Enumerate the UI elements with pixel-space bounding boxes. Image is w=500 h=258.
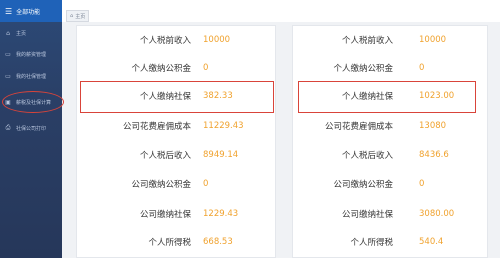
document-icon: ▭ [5,72,11,80]
sidebar-item-social-security[interactable]: ▭ 我的社保管理 [0,69,62,83]
result-row: 公司缴纳社保 3080.00 [293,206,487,222]
row-label: 公司缴纳社保 [139,210,191,220]
sidebar-item-label: 社保公司打印 [16,125,47,132]
sidebar-header[interactable]: ☰ 全部功能 [0,0,62,22]
row-label: 公司花费雇佣成本 [324,122,393,132]
right-highlight-box [298,81,476,113]
row-value: 0 [203,179,209,189]
document-icon: ▭ [5,50,11,58]
result-row: 公司花费雇佣成本 11229.43 [77,118,275,134]
row-value: 10000 [419,35,447,45]
printer-icon: ⎙ [5,124,11,131]
row-label: 个人税后收入 [341,151,393,161]
result-row: 个人税后收入 8949.14 [77,147,275,163]
left-highlight-box [80,81,274,113]
row-label: 个人税前收入 [341,36,393,46]
row-value: 3080.00 [419,209,455,219]
row-label: 个人税前收入 [139,36,191,46]
result-row: 公司缴纳社保 1229.43 [77,206,275,222]
result-row: 个人税后收入 8436.6 [293,147,487,163]
row-value: 0 [419,179,425,189]
sidebar-item-label: 我的社保管理 [16,73,47,80]
row-value: 668.53 [203,237,233,247]
result-row: 公司缴纳公积金 0 [77,176,275,192]
row-label: 公司缴纳公积金 [131,180,191,190]
row-label: 个人缴纳公积金 [333,64,393,74]
row-value: 10000 [203,35,231,45]
row-label: 个人缴纳公积金 [131,64,191,74]
sidebar-item-salary[interactable]: ▭ 我的薪资管理 [0,47,62,61]
row-value: 8949.14 [203,150,239,160]
row-label: 公司花费雇佣成本 [122,122,191,132]
row-value: 13080 [419,121,447,131]
home-tab-icon: ⌂ [70,13,74,19]
sidebar-item-label: 我的薪资管理 [16,51,47,58]
row-value: 1229.43 [203,209,239,219]
row-label: 个人所得税 [148,238,191,248]
row-label: 公司缴纳社保 [341,210,393,220]
right-result-panel: 个人税前收入 10000 个人缴纳公积金 0 个人缴纳社保 1023.00 公司… [292,25,488,258]
result-row: 个人缴纳公积金 0 [293,60,487,76]
tab-home[interactable]: ⌂ 主页 [66,10,90,22]
result-row: 个人所得税 668.53 [77,234,275,250]
row-value: 0 [203,63,209,73]
sidebar: ☰ 全部功能 ⌂ 主页 ▭ 我的薪资管理 ▭ 我的社保管理 ▣ 薪税及社保计算 … [0,0,62,258]
row-label: 个人所得税 [350,238,393,248]
row-value: 8436.6 [419,150,449,160]
result-row: 公司花费雇佣成本 13080 [293,118,487,134]
row-label: 个人税后收入 [139,151,191,161]
result-row: 个人缴纳公积金 0 [77,60,275,76]
menu-icon[interactable]: ☰ [5,7,12,16]
row-value: 0 [419,63,425,73]
sidebar-header-label: 全部功能 [16,8,41,16]
result-row: 个人所得税 540.4 [293,234,487,250]
left-result-panel: 个人税前收入 10000 个人缴纳公积金 0 个人缴纳社保 382.33 公司花… [76,25,276,258]
sidebar-item-print[interactable]: ⎙ 社保公司打印 [0,121,62,135]
row-label: 公司缴纳公积金 [333,180,393,190]
result-row: 个人税前收入 10000 [293,32,487,48]
home-icon: ⌂ [6,29,10,37]
row-value: 540.4 [419,237,444,247]
result-row: 个人税前收入 10000 [77,32,275,48]
sidebar-highlight-oval [2,91,64,113]
row-value: 11229.43 [203,121,244,131]
result-row: 公司缴纳公积金 0 [293,176,487,192]
tab-label: 主页 [75,13,86,20]
top-bar [62,0,500,22]
sidebar-item-home[interactable]: ⌂ 主页 [0,26,62,40]
sidebar-item-label: 主页 [16,30,27,37]
